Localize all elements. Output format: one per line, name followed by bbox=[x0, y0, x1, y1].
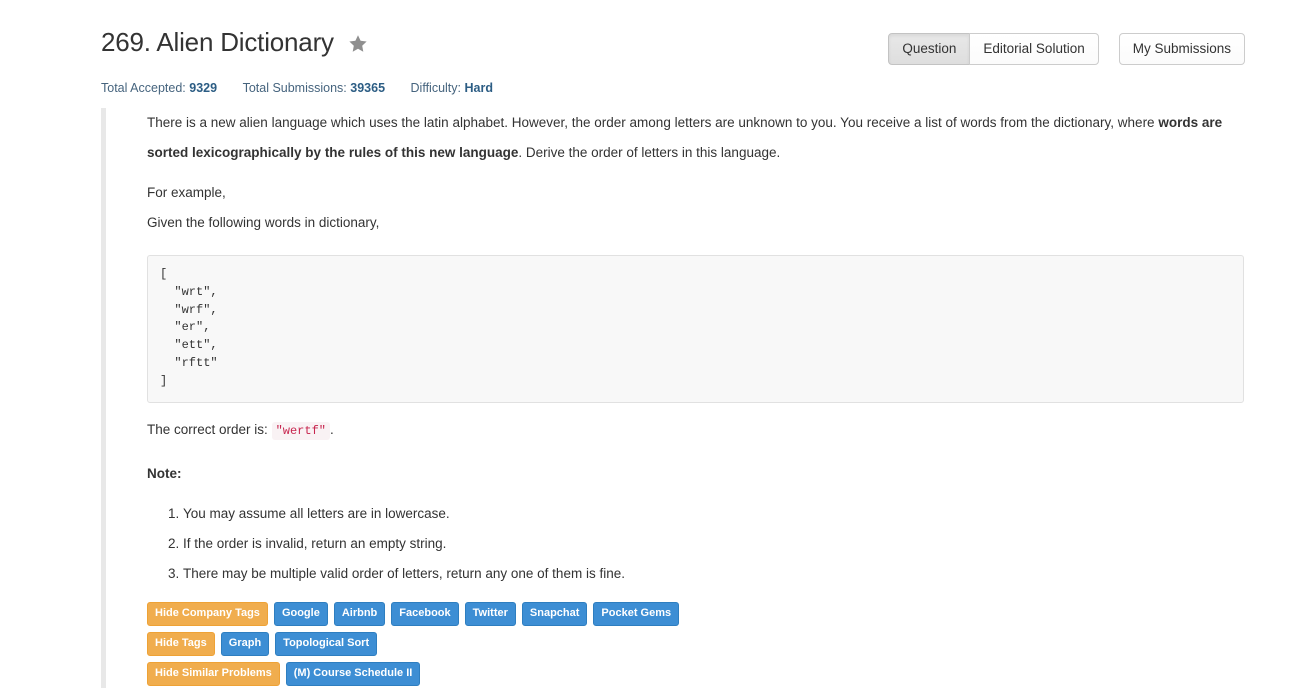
topic-tag-topological-sort[interactable]: Topological Sort bbox=[275, 631, 378, 656]
example-code-text: [ "wrt", "wrf", "er", "ett", "rftt" ] bbox=[160, 267, 218, 388]
company-tags-row: Hide Company Tags Google Airbnb Facebook… bbox=[147, 601, 1251, 626]
description-paragraph: There is a new alien language which uses… bbox=[147, 108, 1251, 168]
correct-order-line: The correct order is: "wertf". bbox=[147, 420, 1251, 441]
title-row: 269. Alien Dictionary bbox=[101, 27, 368, 57]
stat-total-accepted-label: Total Accepted: bbox=[101, 81, 186, 95]
stat-total-submissions[interactable]: Total Submissions: 39365 bbox=[243, 81, 389, 95]
tab-editorial-solution[interactable]: Editorial Solution bbox=[969, 33, 1099, 65]
topic-tag-graph[interactable]: Graph bbox=[220, 631, 270, 656]
similar-problem-course-schedule-ii[interactable]: (M) Course Schedule II bbox=[285, 661, 421, 686]
stat-difficulty-value: Hard bbox=[464, 81, 493, 95]
stat-total-submissions-label: Total Submissions: bbox=[242, 81, 347, 95]
page-title: 269. Alien Dictionary bbox=[101, 27, 334, 57]
stat-total-accepted[interactable]: Total Accepted: 9329 bbox=[101, 81, 221, 95]
list-item: There may be multiple valid order of let… bbox=[183, 564, 1251, 584]
company-tag-facebook[interactable]: Facebook bbox=[391, 601, 459, 626]
content-area: There is a new alien language which uses… bbox=[101, 108, 1261, 688]
stat-difficulty[interactable]: Difficulty: Hard bbox=[411, 81, 493, 95]
my-submissions-button[interactable]: My Submissions bbox=[1118, 33, 1245, 65]
description-text-part1: There is a new alien language which uses… bbox=[147, 115, 1159, 130]
hide-tags-button[interactable]: Hide Tags bbox=[147, 631, 215, 656]
description-text-part2: . Derive the order of letters in this la… bbox=[518, 145, 781, 160]
tab-question[interactable]: Question bbox=[888, 33, 971, 65]
stat-total-submissions-value: 39365 bbox=[350, 81, 386, 95]
tag-sections: Hide Company Tags Google Airbnb Facebook… bbox=[147, 601, 1251, 686]
list-item: You may assume all letters are in lowerc… bbox=[183, 504, 1251, 524]
header-button-toolbar: Question Editorial Solution My Submissio… bbox=[888, 33, 1245, 65]
note-heading: Note: bbox=[147, 465, 182, 481]
company-tag-twitter[interactable]: Twitter bbox=[464, 601, 516, 626]
question-description: There is a new alien language which uses… bbox=[147, 108, 1251, 686]
topic-tags-row: Hide Tags Graph Topological Sort bbox=[147, 631, 1251, 656]
stat-difficulty-label: Difficulty: bbox=[410, 81, 461, 95]
star-icon[interactable] bbox=[348, 34, 368, 54]
list-item: If the order is invalid, return an empty… bbox=[183, 534, 1251, 554]
problem-stats: Total Accepted: 9329 Total Submissions: … bbox=[101, 81, 493, 96]
for-example-label: For example, bbox=[147, 185, 226, 200]
similar-problems-row: Hide Similar Problems (M) Course Schedul… bbox=[147, 661, 1251, 686]
correct-order-suffix: . bbox=[329, 421, 334, 437]
view-toggle-group: Question Editorial Solution bbox=[888, 33, 1099, 65]
hide-company-tags-button[interactable]: Hide Company Tags bbox=[147, 601, 268, 626]
example-code-block: [ "wrt", "wrf", "er", "ett", "rftt" ] bbox=[147, 255, 1244, 403]
correct-order-prefix: The correct order is: bbox=[147, 421, 268, 437]
given-words-label: Given the following words in dictionary, bbox=[147, 215, 380, 230]
correct-order-code: "wertf" bbox=[271, 421, 330, 440]
company-tag-google[interactable]: Google bbox=[273, 601, 328, 626]
stat-total-accepted-value: 9329 bbox=[189, 81, 218, 95]
company-tag-snapchat[interactable]: Snapchat bbox=[521, 601, 588, 626]
company-tag-pocket-gems[interactable]: Pocket Gems bbox=[593, 601, 680, 626]
content-left-divider bbox=[101, 108, 106, 688]
hide-similar-problems-button[interactable]: Hide Similar Problems bbox=[147, 661, 280, 686]
company-tag-airbnb[interactable]: Airbnb bbox=[333, 601, 386, 626]
notes-list: You may assume all letters are in lowerc… bbox=[147, 504, 1251, 584]
page-header: 269. Alien Dictionary Total Accepted: 93… bbox=[0, 0, 1300, 104]
